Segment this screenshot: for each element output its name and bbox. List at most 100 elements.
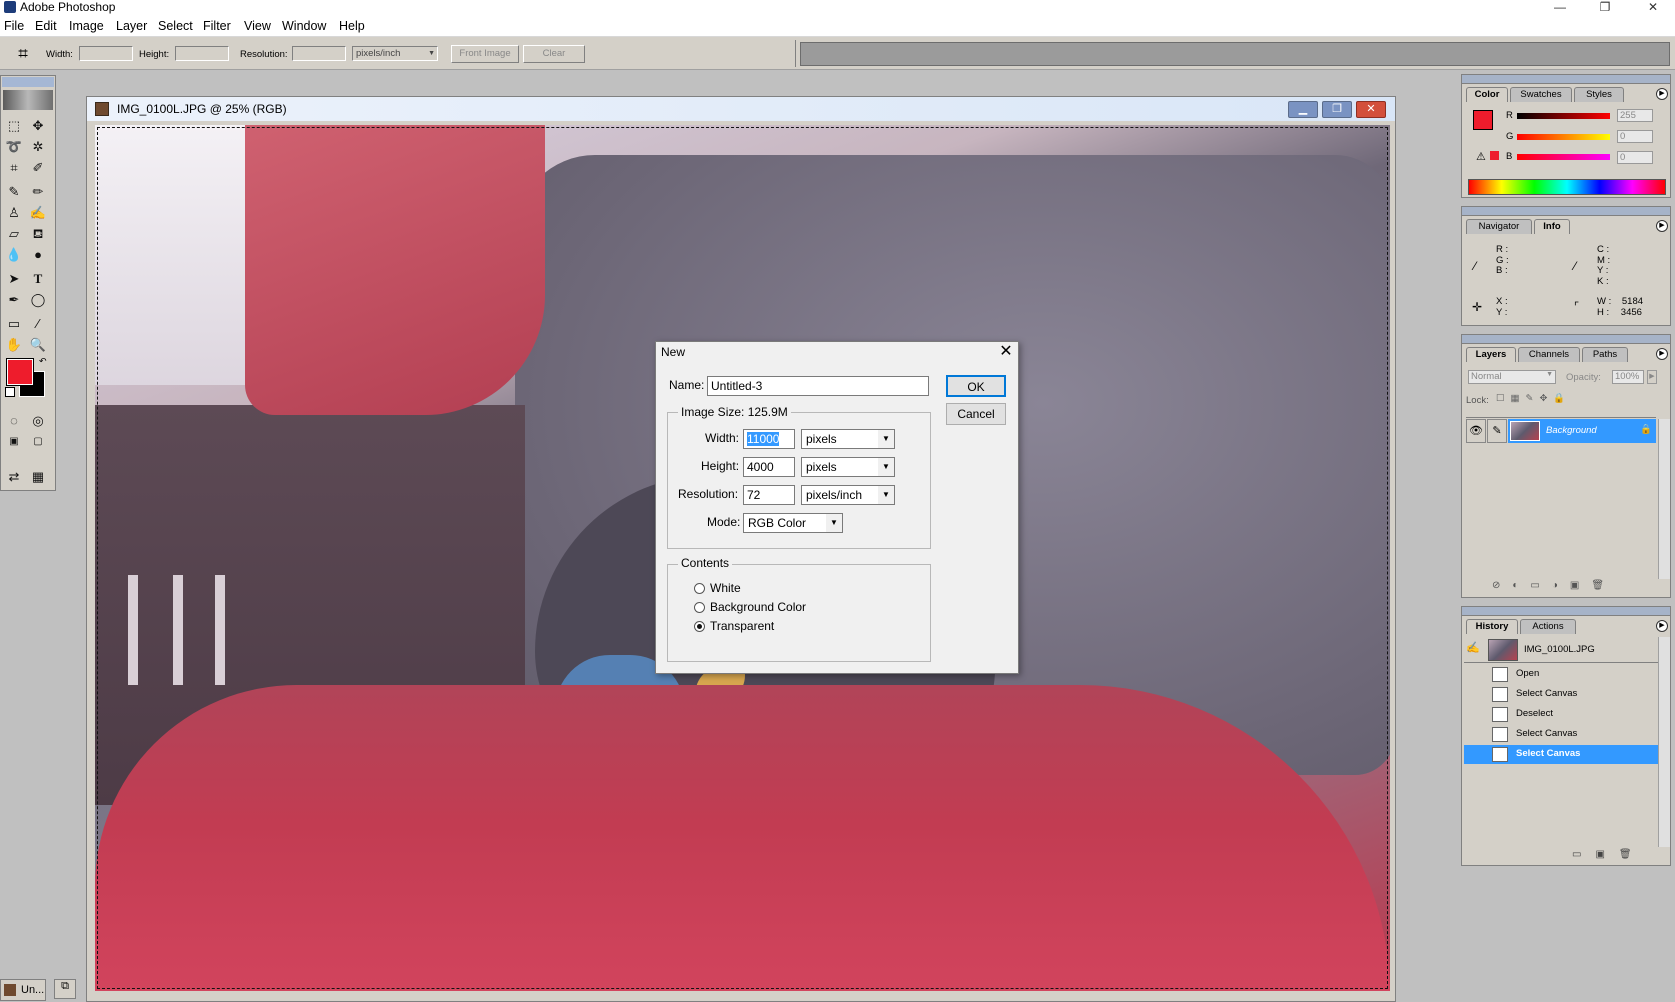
menu-window[interactable]: Window (282, 19, 326, 33)
slice-tool-icon[interactable]: ✐ (28, 158, 48, 177)
history-item[interactable]: Select Canvas (1464, 685, 1658, 704)
document-close-button[interactable]: ✕ (1356, 101, 1386, 118)
layer-row-background[interactable]: Background 🔒 (1508, 419, 1656, 443)
history-item[interactable]: Deselect (1464, 705, 1658, 724)
palette-menu-icon[interactable]: ▶ (1656, 620, 1668, 632)
contents-option-transparent[interactable]: Transparent (694, 619, 894, 635)
g-input[interactable]: 0 (1617, 130, 1653, 143)
menu-filter[interactable]: Filter (203, 19, 231, 33)
blend-mode-select[interactable]: Normal ▼ (1468, 370, 1556, 384)
lock-icons[interactable]: ☐▦✎✥🔒 (1496, 393, 1571, 404)
ellipse-tool-icon[interactable]: ◯ (28, 290, 48, 309)
brush-link-icon[interactable]: ✎ (1487, 419, 1507, 443)
menu-view[interactable]: View (244, 19, 271, 33)
b-slider[interactable] (1517, 154, 1610, 160)
healing-brush-tool-icon[interactable]: ✎ (4, 182, 24, 201)
background-color-radio[interactable] (694, 602, 705, 613)
front-image-button[interactable]: Front Image (451, 45, 519, 63)
jump-to-imageready-icon[interactable]: ⇄ (4, 467, 24, 486)
tab-paths[interactable]: Paths (1582, 347, 1628, 362)
layers-scrollbar[interactable] (1658, 419, 1670, 579)
standard-mode-icon[interactable]: ◌ (4, 411, 24, 430)
clone-stamp-tool-icon[interactable]: ♙ (4, 203, 24, 222)
color-foreground-swatch[interactable] (1473, 110, 1493, 130)
move-tool-icon[interactable]: ✥ (28, 116, 48, 135)
palette-menu-icon[interactable]: ▶ (1656, 348, 1668, 360)
cancel-button[interactable]: Cancel (946, 403, 1006, 425)
menu-layer[interactable]: Layer (116, 19, 147, 33)
b-input[interactable]: 0 (1617, 151, 1653, 164)
minimized-document[interactable]: Un... (0, 979, 46, 1001)
transparent-radio[interactable] (694, 621, 705, 632)
tab-styles[interactable]: Styles (1574, 87, 1624, 102)
width-input[interactable] (79, 46, 133, 61)
history-brush-source-icon[interactable]: ✍ (1466, 641, 1480, 654)
clear-button[interactable]: Clear (523, 45, 585, 63)
height-input[interactable] (175, 46, 229, 61)
document-maximize-button[interactable]: ❐ (1322, 101, 1352, 118)
document-minimize-button[interactable]: ▁ (1288, 101, 1318, 118)
imageready-icon[interactable]: ▦ (28, 467, 48, 486)
white-radio[interactable] (694, 583, 705, 594)
resolution-input[interactable]: 72 (743, 485, 795, 505)
adobe-logo[interactable] (3, 90, 53, 110)
palette-menu-icon[interactable]: ▶ (1656, 220, 1668, 232)
restore-document-icon[interactable]: ⧉ (54, 979, 76, 999)
lasso-tool-icon[interactable]: ➰ (4, 137, 24, 156)
palette-menu-icon[interactable]: ▶ (1656, 88, 1668, 100)
hand-tool-icon[interactable]: ✋ (4, 335, 24, 354)
name-input[interactable]: Untitled-3 (707, 376, 929, 396)
contents-option-background-color[interactable]: Background Color (694, 600, 894, 616)
contents-option-white[interactable]: White (694, 581, 894, 597)
tab-info[interactable]: Info (1534, 219, 1570, 234)
menu-image[interactable]: Image (69, 19, 104, 33)
menu-edit[interactable]: Edit (35, 19, 57, 33)
history-item[interactable]: Select Canvas (1464, 725, 1658, 744)
path-selection-tool-icon[interactable]: ➤ (4, 269, 24, 288)
foreground-color-swatch[interactable] (6, 358, 34, 386)
notes-tool-icon[interactable]: ▭ (4, 314, 24, 333)
marquee-tool-icon[interactable]: ⬚ (4, 116, 24, 135)
menu-select[interactable]: Select (158, 19, 193, 33)
close-window-button[interactable]: ✕ (1638, 0, 1668, 14)
crop-tool-icon[interactable]: ⌗ (12, 43, 34, 65)
height-input[interactable]: 4000 (743, 457, 795, 477)
minimize-window-button[interactable]: — (1545, 0, 1575, 14)
width-input[interactable]: 11000 (743, 429, 795, 449)
tab-channels[interactable]: Channels (1518, 347, 1580, 362)
resolution-units-select[interactable]: pixels/inch ▼ (352, 46, 438, 61)
pen-tool-icon[interactable]: ✒ (4, 290, 24, 309)
tab-actions[interactable]: Actions (1520, 619, 1576, 634)
history-snapshot-row[interactable]: ✍ IMG_0100L.JPG (1464, 637, 1658, 663)
quick-mask-mode-icon[interactable]: ◎ (28, 411, 48, 430)
eyedropper-tool-icon[interactable]: ⁄ (28, 314, 48, 333)
tab-navigator[interactable]: Navigator (1466, 219, 1532, 234)
dialog-close-button[interactable]: ✕ (994, 342, 1018, 362)
screen-mode-icon[interactable]: ▣ (4, 432, 24, 451)
magic-wand-tool-icon[interactable]: ✲ (28, 137, 48, 156)
type-tool-icon[interactable]: T (28, 269, 48, 288)
resolution-input[interactable] (292, 46, 346, 61)
height-unit-select[interactable]: pixels ▼ (801, 457, 895, 477)
crop-tool-icon[interactable]: ⌗ (4, 158, 24, 177)
history-brush-tool-icon[interactable]: ✍ (28, 203, 48, 222)
restore-window-button[interactable]: ❐ (1590, 0, 1620, 14)
tab-swatches[interactable]: Swatches (1510, 87, 1572, 102)
g-slider[interactable] (1517, 134, 1610, 140)
history-footer-buttons[interactable]: ▭▣🗑 (1572, 849, 1662, 865)
default-colors-icon[interactable] (5, 387, 15, 397)
tab-layers[interactable]: Layers (1466, 347, 1516, 362)
r-slider[interactable] (1517, 113, 1610, 119)
opacity-slider-button[interactable]: ▶ (1647, 370, 1657, 384)
opacity-input[interactable]: 100% (1612, 370, 1644, 384)
zoom-tool-icon[interactable]: 🔍 (28, 335, 48, 354)
gamut-color-swatch[interactable] (1490, 151, 1499, 160)
full-screen-mode-icon[interactable]: ▢ (28, 432, 48, 451)
history-item-selected[interactable]: Select Canvas (1464, 745, 1658, 764)
tab-color[interactable]: Color (1466, 87, 1508, 102)
eraser-tool-icon[interactable]: ▱ (4, 224, 24, 243)
blur-tool-icon[interactable]: 💧 (4, 245, 24, 264)
ok-button[interactable]: OK (946, 375, 1006, 397)
menu-file[interactable]: File (4, 19, 24, 33)
width-unit-select[interactable]: pixels ▼ (801, 429, 895, 449)
